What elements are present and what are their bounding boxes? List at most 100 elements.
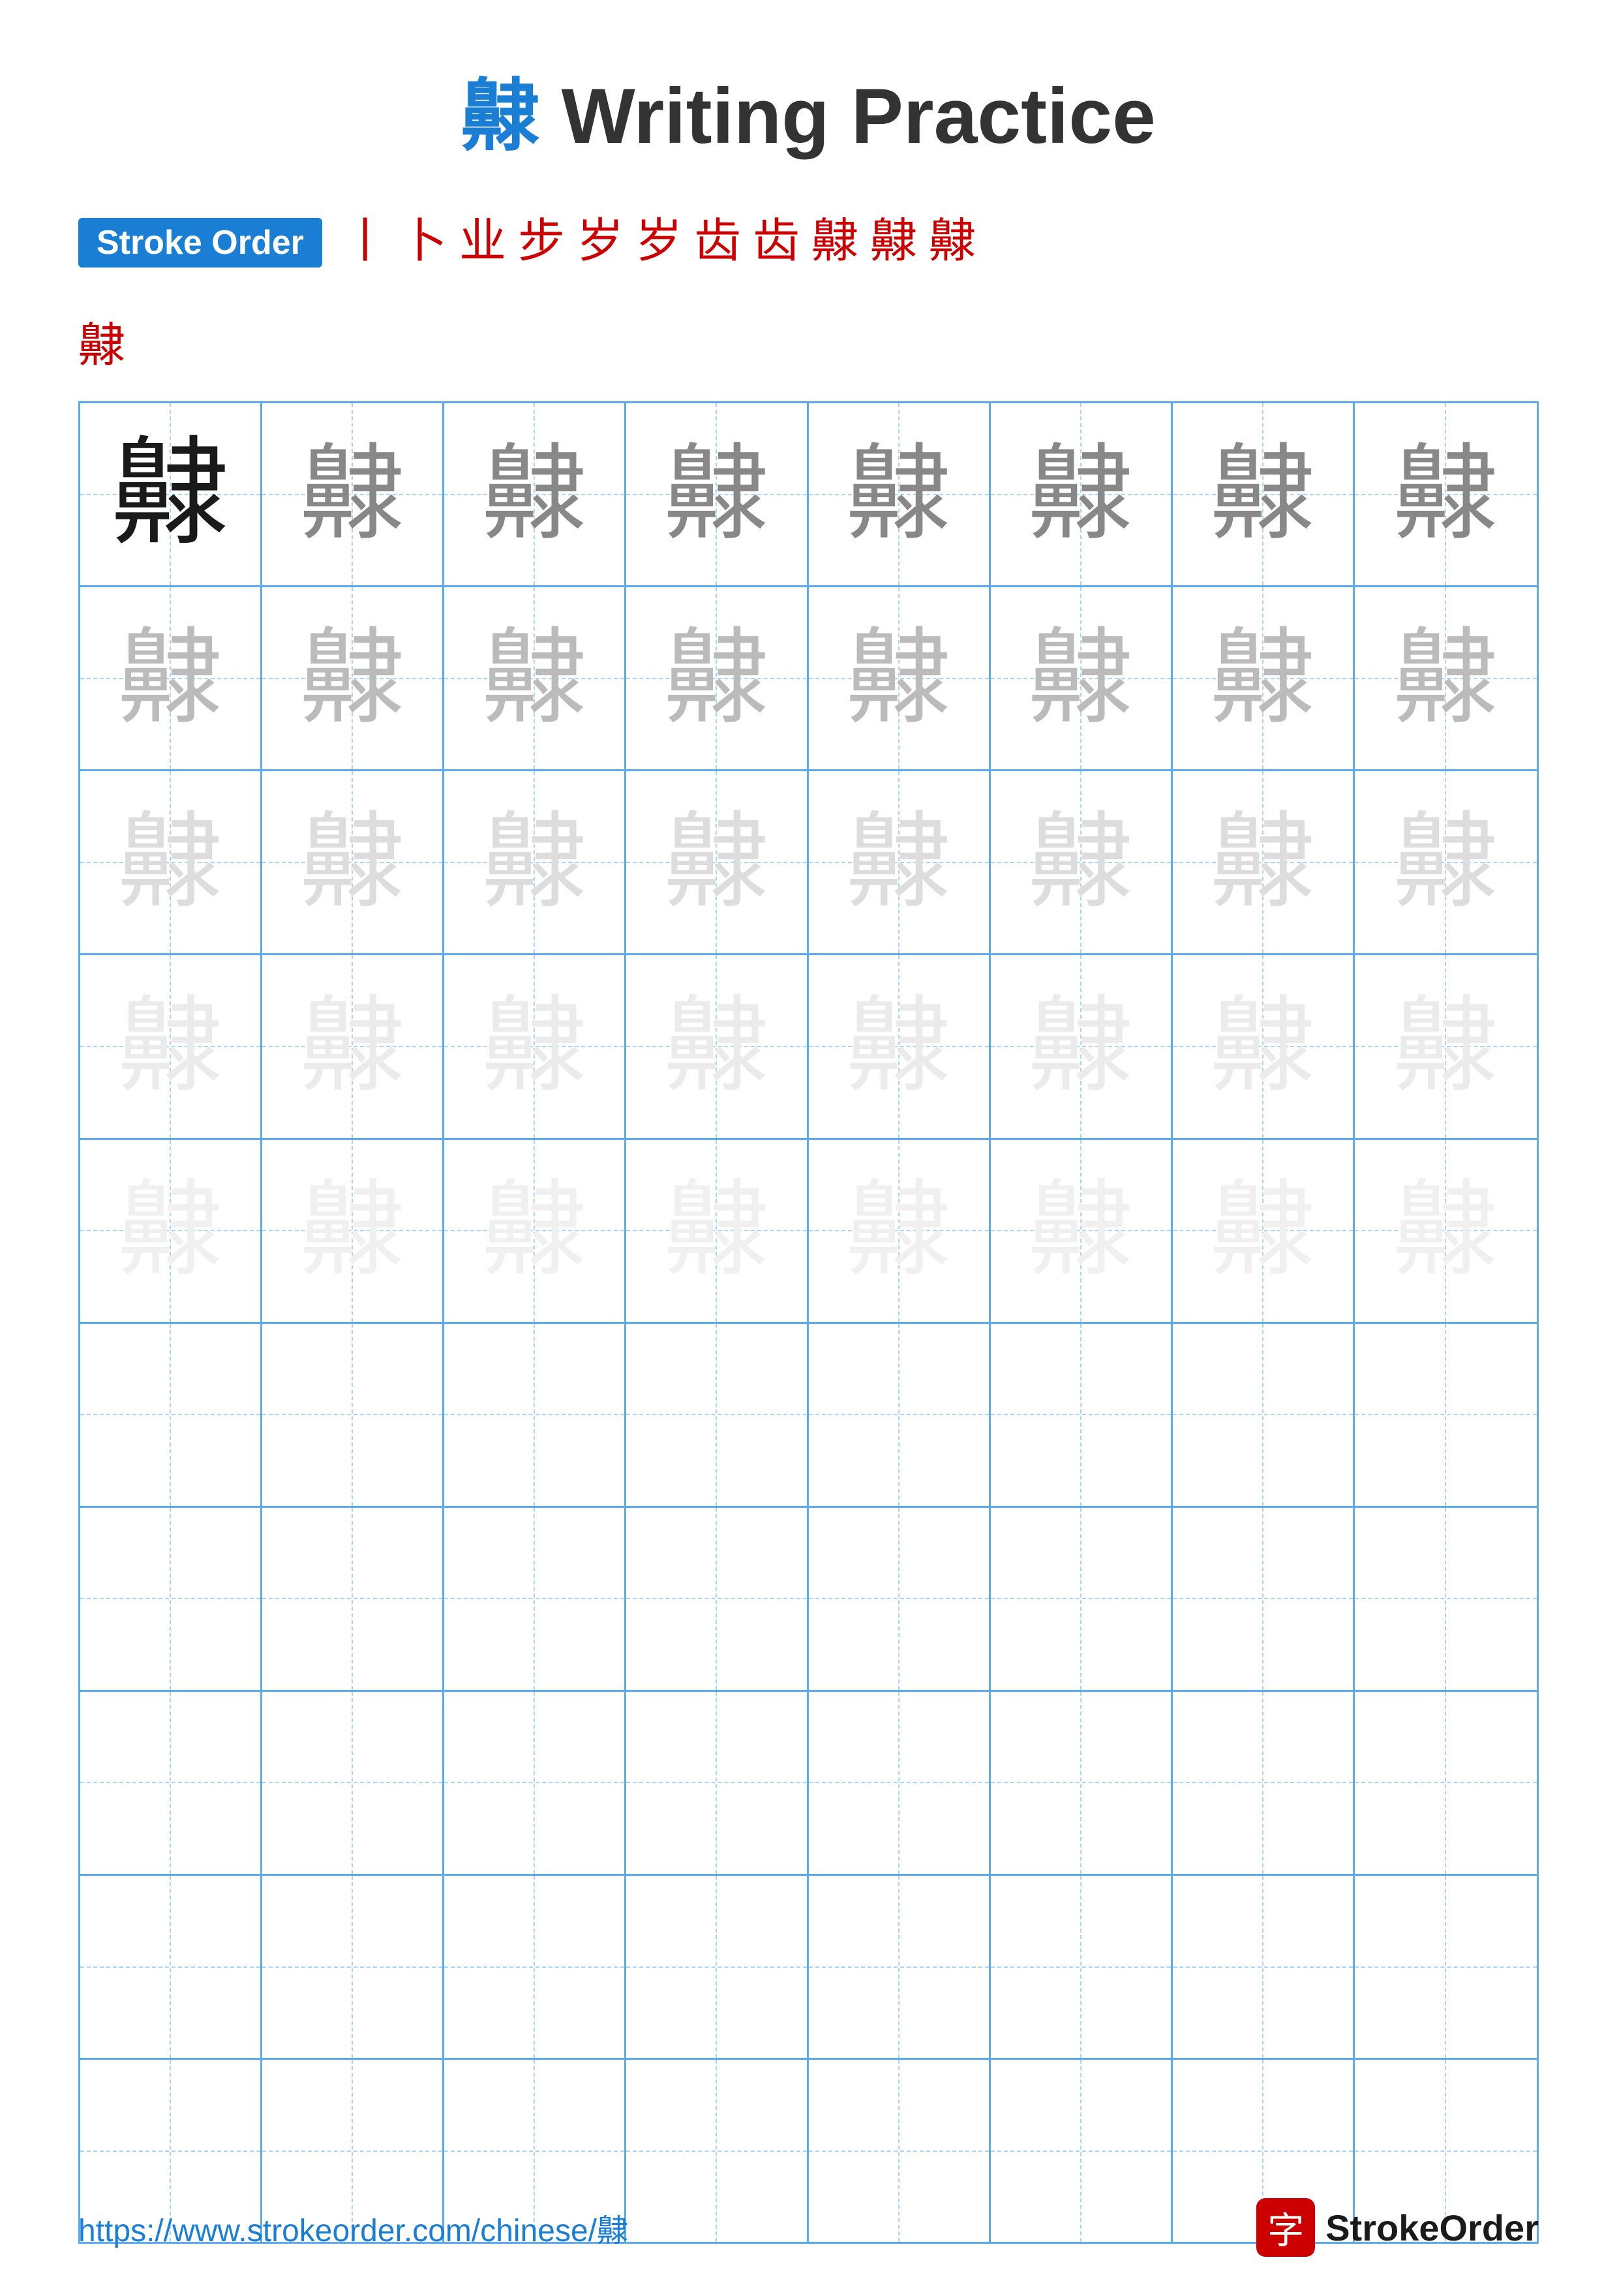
grid-row-8 [80, 1692, 1537, 1876]
practice-char: 齂 [482, 442, 586, 547]
grid-cell-3-4[interactable]: 齂 [626, 771, 808, 953]
grid-cell-7-5[interactable] [809, 1508, 991, 1690]
grid-cell-9-1[interactable] [80, 1876, 262, 2058]
grid-cell-8-4[interactable] [626, 1692, 808, 1874]
grid-cell-8-1[interactable] [80, 1692, 262, 1874]
grid-cell-7-6[interactable] [991, 1508, 1173, 1690]
grid-cell-1-3[interactable]: 齂 [444, 403, 626, 585]
practice-char: 齂 [112, 436, 229, 553]
footer-url[interactable]: https://www.strokeorder.com/chinese/齂 [78, 2205, 628, 2250]
grid-cell-6-2[interactable] [262, 1324, 444, 1506]
grid-cell-6-1[interactable] [80, 1324, 262, 1506]
grid-row-5: 齂 齂 齂 齂 齂 齂 齂 齂 [80, 1140, 1537, 1324]
grid-cell-7-2[interactable] [262, 1508, 444, 1690]
grid-cell-6-7[interactable] [1173, 1324, 1355, 1506]
grid-cell-6-8[interactable] [1355, 1324, 1537, 1506]
grid-cell-4-3[interactable]: 齂 [444, 955, 626, 1137]
grid-cell-2-4[interactable]: 齂 [626, 587, 808, 769]
grid-cell-6-3[interactable] [444, 1324, 626, 1506]
grid-cell-8-3[interactable] [444, 1692, 626, 1874]
grid-cell-9-7[interactable] [1173, 1876, 1355, 2058]
grid-cell-7-8[interactable] [1355, 1508, 1537, 1690]
grid-cell-3-2[interactable]: 齂 [262, 771, 444, 953]
grid-cell-4-8[interactable]: 齂 [1355, 955, 1537, 1137]
grid-cell-3-1[interactable]: 齂 [80, 771, 262, 953]
grid-cell-5-2[interactable]: 齂 [262, 1140, 444, 1322]
grid-cell-2-6[interactable]: 齂 [991, 587, 1173, 769]
stroke-step-9: 齂 [811, 218, 858, 265]
grid-cell-7-3[interactable] [444, 1508, 626, 1690]
grid-cell-5-5[interactable]: 齂 [809, 1140, 991, 1322]
grid-cell-6-5[interactable] [809, 1324, 991, 1506]
grid-cell-5-7[interactable]: 齂 [1173, 1140, 1355, 1322]
grid-cell-4-7[interactable]: 齂 [1173, 955, 1355, 1137]
grid-cell-2-1[interactable]: 齂 [80, 587, 262, 769]
grid-cell-5-8[interactable]: 齂 [1355, 1140, 1537, 1322]
grid-cell-4-2[interactable]: 齂 [262, 955, 444, 1137]
grid-cell-4-4[interactable]: 齂 [626, 955, 808, 1137]
grid-row-2: 齂 齂 齂 齂 齂 齂 齂 齂 [80, 587, 1537, 771]
grid-cell-7-1[interactable] [80, 1508, 262, 1690]
logo-text: StrokeOrder [1325, 2207, 1539, 2249]
grid-cell-1-6[interactable]: 齂 [991, 403, 1173, 585]
stroke-step-2: 卜 [400, 218, 447, 265]
grid-row-9 [80, 1876, 1537, 2060]
practice-char: 齂 [847, 442, 951, 547]
grid-row-7 [80, 1508, 1537, 1692]
grid-cell-7-7[interactable] [1173, 1508, 1355, 1690]
grid-cell-9-8[interactable] [1355, 1876, 1537, 2058]
grid-cell-6-6[interactable] [991, 1324, 1173, 1506]
grid-cell-1-1[interactable]: 齂 [80, 403, 262, 585]
grid-cell-8-6[interactable] [991, 1692, 1173, 1874]
grid-cell-3-7[interactable]: 齂 [1173, 771, 1355, 953]
grid-cell-9-5[interactable] [809, 1876, 991, 2058]
grid-cell-1-5[interactable]: 齂 [809, 403, 991, 585]
practice-char: 齂 [300, 994, 404, 1099]
grid-cell-4-5[interactable]: 齂 [809, 955, 991, 1137]
grid-cell-2-3[interactable]: 齂 [444, 587, 626, 769]
grid-cell-3-5[interactable]: 齂 [809, 771, 991, 953]
grid-cell-2-2[interactable]: 齂 [262, 587, 444, 769]
practice-char: 齂 [482, 994, 586, 1099]
grid-cell-5-6[interactable]: 齂 [991, 1140, 1173, 1322]
grid-cell-6-4[interactable] [626, 1324, 808, 1506]
grid-cell-5-4[interactable]: 齂 [626, 1140, 808, 1322]
grid-cell-4-1[interactable]: 齂 [80, 955, 262, 1137]
grid-cell-8-5[interactable] [809, 1692, 991, 1874]
grid-cell-2-5[interactable]: 齂 [809, 587, 991, 769]
grid-cell-1-2[interactable]: 齂 [262, 403, 444, 585]
grid-cell-2-7[interactable]: 齂 [1173, 587, 1355, 769]
grid-cell-1-8[interactable]: 齂 [1355, 403, 1537, 585]
grid-cell-3-8[interactable]: 齂 [1355, 771, 1537, 953]
grid-cell-3-6[interactable]: 齂 [991, 771, 1173, 953]
grid-cell-8-2[interactable] [262, 1692, 444, 1874]
grid-cell-4-6[interactable]: 齂 [991, 955, 1173, 1137]
title-english: Writing Practice [561, 72, 1155, 160]
grid-cell-9-4[interactable] [626, 1876, 808, 2058]
grid-cell-9-3[interactable] [444, 1876, 626, 2058]
stroke-step-10: 齂 [870, 218, 917, 265]
grid-cell-7-4[interactable] [626, 1508, 808, 1690]
practice-char: 齂 [300, 1178, 404, 1283]
grid-cell-1-4[interactable]: 齂 [626, 403, 808, 585]
grid-cell-2-8[interactable]: 齂 [1355, 587, 1537, 769]
stroke-sequence: 丨 卜 业 步 岁 岁 齿 齿 齂 齂 齂 [342, 218, 976, 265]
stroke-order-area: Stroke Order 丨 卜 业 步 岁 岁 齿 齿 齂 齂 齂 [78, 218, 1539, 268]
stroke-step-8: 齿 [753, 218, 800, 265]
grid-cell-5-1[interactable]: 齂 [80, 1140, 262, 1322]
grid-cell-8-7[interactable] [1173, 1692, 1355, 1874]
page-title: 齂 Writing Practice [78, 52, 1539, 166]
practice-char: 齂 [1029, 442, 1133, 547]
grid-cell-5-3[interactable]: 齂 [444, 1140, 626, 1322]
practice-char: 齂 [118, 1178, 222, 1283]
practice-char: 齂 [482, 1178, 586, 1283]
title-area: 齂 Writing Practice [78, 52, 1539, 166]
practice-char: 齂 [1393, 1178, 1498, 1283]
grid-cell-9-6[interactable] [991, 1876, 1173, 2058]
practice-char: 齂 [664, 994, 768, 1099]
grid-cell-9-2[interactable] [262, 1876, 444, 2058]
grid-cell-8-8[interactable] [1355, 1692, 1537, 1874]
grid-cell-3-3[interactable]: 齂 [444, 771, 626, 953]
practice-char: 齂 [847, 810, 951, 915]
grid-cell-1-7[interactable]: 齂 [1173, 403, 1355, 585]
